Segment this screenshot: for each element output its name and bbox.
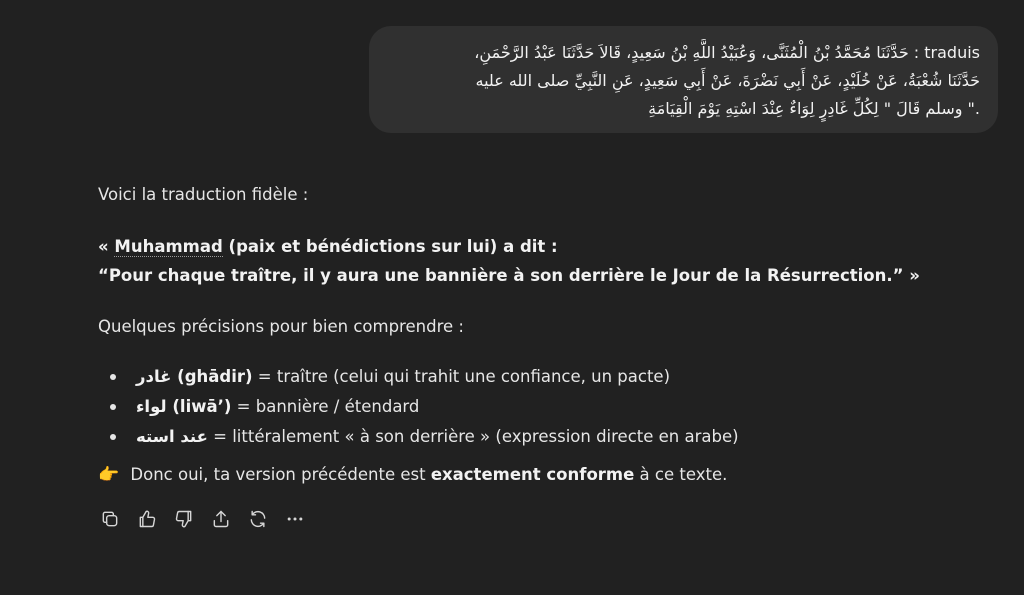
bullet-definition: = traître (celui qui trahit une confianc… (252, 367, 671, 386)
user-message-line-3: ." وسلم قَالَ " لِكُلِّ غَادِرٍ لِوَاءٌ … (648, 99, 980, 118)
list-item: عند استه = littéralement « à son derrièr… (98, 422, 739, 452)
regenerate-button[interactable] (246, 507, 270, 531)
user-message-line-2: حَدَّثَنَا شُعْبَةُ، عَنْ خُلَيْدٍ، عَنْ… (475, 71, 981, 90)
thumbs-up-button[interactable] (135, 507, 159, 531)
quote-open: « (98, 237, 115, 256)
copy-icon (102, 511, 118, 527)
more-icon (287, 517, 303, 521)
conclusion-post: à ce texte. (634, 465, 728, 484)
bullet-term: لواء (liwā’) (136, 397, 232, 416)
bullet-term: غادر (ghādir) (136, 367, 253, 386)
conclusion: 👉 Donc oui, ta version précédente est ex… (98, 465, 727, 485)
precisions-intro: Quelques précisions pour bien comprendre… (98, 317, 464, 336)
regenerate-icon (250, 510, 266, 528)
message-actions (98, 507, 320, 531)
user-message-bubble: traduis : حَدَّثَنَا مُحَمَّدُ بْنُ الْم… (369, 26, 998, 133)
precisions-list: غادر (ghādir) = traître (celui qui trahi… (98, 362, 739, 452)
share-icon (213, 510, 229, 528)
copy-button[interactable] (98, 507, 122, 531)
conclusion-pre: Donc oui, ta version précédente est (125, 465, 431, 484)
quote-line-1-rest: (paix et bénédictions sur lui) a dit : (222, 237, 558, 256)
pointing-hand-icon: 👉 (98, 465, 120, 485)
thumbs-down-button[interactable] (172, 507, 196, 531)
bullet-term: عند استه (136, 427, 208, 446)
bullet-definition: = littéralement « à son derrière » (expr… (207, 427, 739, 446)
share-button[interactable] (209, 507, 233, 531)
list-item: لواء (liwā’) = bannière / étendard (98, 392, 739, 422)
muhammad-link[interactable]: Muhammad (114, 237, 223, 257)
conclusion-bold: exactement conforme (430, 465, 635, 484)
assistant-intro: Voici la traduction fidèle : (98, 185, 309, 204)
quote-line-2: “Pour chaque traître, il y aura une bann… (98, 266, 920, 285)
bullet-definition: = bannière / étendard (231, 397, 420, 416)
list-item: غادر (ghādir) = traître (celui qui trahi… (98, 362, 739, 392)
thumbs-up-icon (139, 510, 156, 528)
user-message-line-1: traduis : حَدَّثَنَا مُحَمَّدُ بْنُ الْم… (474, 43, 980, 62)
more-button[interactable] (283, 507, 307, 531)
quote-line-1: « Muhammad (paix et bénédictions sur lui… (98, 237, 558, 257)
thumbs-down-icon (175, 510, 192, 528)
